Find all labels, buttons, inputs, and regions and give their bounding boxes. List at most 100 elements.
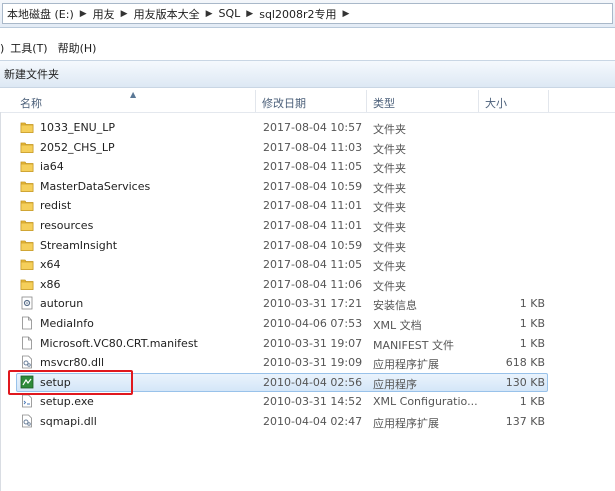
breadcrumb-local-disk[interactable]: 本地磁盘 (E:) <box>3 6 78 22</box>
file-name[interactable]: 2052_CHS_LP <box>40 141 115 154</box>
file-name[interactable]: msvcr80.dll <box>40 356 104 369</box>
folder-icon <box>20 198 34 212</box>
chevron-right-icon[interactable]: ▶ <box>341 9 352 19</box>
file-name[interactable]: x64 <box>40 258 61 271</box>
folder-icon <box>20 257 34 271</box>
file-type: 文件夹 <box>373 162 406 176</box>
file-size: 1 KB <box>519 297 545 311</box>
menu-partial-item[interactable]: ) <box>0 42 4 55</box>
file-row[interactable]: sqmapi.dll 2010-04-04 02:47 应用程序扩展 137 KB <box>0 412 615 431</box>
folder-icon <box>20 179 34 193</box>
file-size: 1 KB <box>519 395 545 409</box>
breadcrumb-sql2008r2[interactable]: sql2008r2专用 <box>255 6 340 22</box>
file-row[interactable]: Microsoft.VC80.CRT.manifest 2010-03-31 19… <box>0 334 615 353</box>
chevron-right-icon[interactable]: ▶ <box>244 9 255 19</box>
folder-icon <box>20 159 34 173</box>
chevron-right-icon[interactable]: ▶ <box>78 9 89 19</box>
file-row[interactable]: redist 2017-08-04 11:01 文件夹 <box>0 196 615 215</box>
settings-file-icon <box>20 296 34 310</box>
file-type: XML 文档 <box>373 319 422 332</box>
file-name[interactable]: x86 <box>40 278 61 291</box>
file-name[interactable]: redist <box>40 199 71 212</box>
folder-icon <box>20 218 34 232</box>
file-date: 2017-08-04 10:57 <box>263 121 363 134</box>
file-type: 文件夹 <box>373 142 406 156</box>
dll-icon <box>20 355 34 369</box>
file-type: XML Configuratio... <box>373 395 478 409</box>
document-icon <box>20 336 34 350</box>
column-divider[interactable] <box>478 90 479 112</box>
file-row[interactable]: resources 2017-08-04 11:01 文件夹 <box>0 216 615 235</box>
file-date: 2010-04-04 02:56 <box>263 375 363 389</box>
file-row[interactable]: StreamInsight 2017-08-04 10:59 文件夹 <box>0 236 615 255</box>
file-row[interactable]: x64 2017-08-04 11:05 文件夹 <box>0 255 615 274</box>
file-type: 文件夹 <box>373 181 406 195</box>
file-date: 2010-03-31 19:09 <box>263 356 363 370</box>
file-size: 137 KB <box>505 415 545 428</box>
chevron-right-icon[interactable]: ▶ <box>119 9 130 19</box>
sort-up-icon: ▲ <box>130 90 137 99</box>
chevron-right-icon[interactable]: ▶ <box>204 9 215 19</box>
file-type: 安装信息 <box>373 299 417 313</box>
column-divider[interactable] <box>548 90 549 112</box>
file-row[interactable]: x86 2017-08-04 11:06 文件夹 <box>0 275 615 294</box>
column-divider[interactable] <box>255 90 256 112</box>
file-row[interactable]: MediaInfo 2010-04-06 07:53 XML 文档 1 KB <box>0 314 615 333</box>
file-date: 2010-03-31 19:07 <box>263 336 363 350</box>
breadcrumb-sql[interactable]: SQL <box>215 7 245 20</box>
column-type[interactable]: 类型 <box>373 95 395 111</box>
file-name[interactable]: resources <box>40 219 93 232</box>
column-name[interactable]: 名称 <box>20 95 42 111</box>
file-type: 应用程序扩展 <box>373 417 439 430</box>
address-bar: 本地磁盘 (E:) ▶ 用友 ▶ 用友版本大全 ▶ SQL ▶ sql2008r… <box>0 0 615 28</box>
file-row[interactable]: MasterDataServices 2017-08-04 10:59 文件夹 <box>0 177 615 196</box>
file-row[interactable]: 1033_ENU_LP 2017-08-04 10:57 文件夹 <box>0 118 615 137</box>
folder-icon <box>20 140 34 154</box>
file-type: 文件夹 <box>373 201 406 215</box>
column-header: ▲ 名称 修改日期 类型 大小 <box>0 90 615 113</box>
highlight-box <box>8 370 133 395</box>
column-divider[interactable] <box>366 90 367 112</box>
file-date: 2010-04-06 07:53 <box>263 317 363 330</box>
file-date: 2010-03-31 14:52 <box>263 395 363 409</box>
file-size: 130 KB <box>505 375 545 389</box>
menu-tools[interactable]: 工具(T) <box>10 40 47 56</box>
file-name[interactable]: autorun <box>40 297 83 310</box>
file-row[interactable]: ia64 2017-08-04 11:05 文件夹 <box>0 157 615 176</box>
file-type: 文件夹 <box>373 240 406 254</box>
breadcrumb-versions[interactable]: 用友版本大全 <box>130 6 204 22</box>
menu-bar: ) 工具(T) 帮助(H) <box>0 38 615 58</box>
file-type: 应用程序 <box>373 377 417 391</box>
file-name[interactable]: Microsoft.VC80.CRT.manifest <box>40 337 198 350</box>
file-name[interactable]: MasterDataServices <box>40 180 150 193</box>
file-row[interactable]: setup.exe 2010-03-31 14:52 XML Configurati… <box>0 392 615 411</box>
file-type: MANIFEST 文件 <box>373 338 454 352</box>
menu-help[interactable]: 帮助(H) <box>58 40 97 56</box>
file-date: 2017-08-04 11:06 <box>263 277 363 291</box>
file-date: 2010-04-04 02:47 <box>263 415 363 428</box>
file-type: 文件夹 <box>373 221 406 234</box>
folder-icon <box>20 238 34 252</box>
breadcrumb[interactable]: 本地磁盘 (E:) ▶ 用友 ▶ 用友版本大全 ▶ SQL ▶ sql2008r… <box>2 3 613 24</box>
file-row[interactable]: 2052_CHS_LP 2017-08-04 11:03 文件夹 <box>0 138 615 157</box>
file-name[interactable]: 1033_ENU_LP <box>40 121 115 134</box>
config-file-icon <box>20 394 34 408</box>
file-row[interactable]: autorun 2010-03-31 17:21 安装信息 1 KB <box>0 294 615 313</box>
file-size: 1 KB <box>519 317 545 330</box>
file-type: 文件夹 <box>373 279 406 293</box>
dll-icon <box>20 414 34 428</box>
file-date: 2017-08-04 10:59 <box>263 238 363 252</box>
column-date[interactable]: 修改日期 <box>262 95 306 111</box>
file-name[interactable]: setup.exe <box>40 395 94 408</box>
breadcrumb-yonyou[interactable]: 用友 <box>89 6 119 22</box>
column-size[interactable]: 大小 <box>485 95 507 111</box>
file-name[interactable]: sqmapi.dll <box>40 415 97 428</box>
file-date: 2017-08-04 11:05 <box>263 160 363 174</box>
file-name[interactable]: MediaInfo <box>40 317 94 330</box>
file-size: 1 KB <box>519 336 545 350</box>
toolbar: 新建文件夹 <box>0 60 615 88</box>
new-folder-button[interactable]: 新建文件夹 <box>0 66 59 82</box>
file-name[interactable]: ia64 <box>40 160 64 173</box>
file-type: 文件夹 <box>373 260 406 274</box>
file-name[interactable]: StreamInsight <box>40 239 117 252</box>
